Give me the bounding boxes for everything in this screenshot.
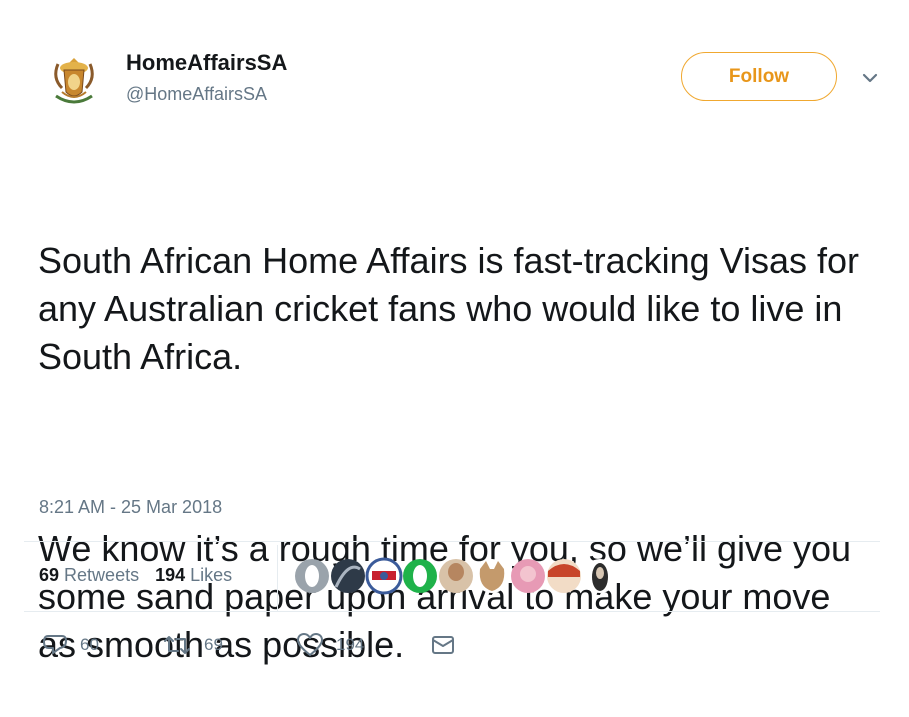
liker-avatar[interactable] (365, 557, 403, 595)
more-options-button[interactable] (856, 64, 884, 92)
reply-count: 60 (80, 635, 99, 654)
liker-avatar[interactable] (439, 559, 473, 593)
retweets-count: 69 (39, 565, 60, 585)
user-handle[interactable]: @HomeAffairsSA (126, 84, 267, 105)
chevron-down-icon (862, 73, 878, 83)
retweet-count: 69 (204, 635, 223, 654)
envelope-icon (432, 636, 454, 654)
profile-avatar[interactable] (48, 52, 100, 108)
divider (24, 541, 880, 542)
reply-button[interactable]: 60 (42, 632, 162, 658)
liker-avatar[interactable] (295, 559, 329, 593)
heart-icon (297, 633, 323, 656)
reply-icon (43, 635, 67, 654)
like-button[interactable]: 194 (296, 632, 430, 658)
liker-avatar[interactable] (547, 559, 581, 593)
retweet-button[interactable]: 69 (162, 632, 296, 658)
display-name[interactable]: HomeAffairsSA (126, 50, 287, 76)
like-count: 194 (336, 635, 365, 654)
tweet-timestamp[interactable]: 8:21 AM - 25 Mar 2018 (39, 497, 222, 518)
liker-avatar[interactable] (475, 559, 509, 593)
divider (24, 611, 880, 612)
tweet-actions: 60 69 194 (42, 632, 456, 658)
likes-count: 194 (155, 565, 186, 585)
tweet-stats: 69 Retweets 194 Likes (39, 565, 232, 586)
tweet-text: South African Home Affairs is fast-track… (38, 141, 878, 717)
liker-avatar[interactable] (331, 559, 365, 593)
liker-avatar[interactable] (403, 559, 437, 593)
retweets-stat[interactable]: 69 Retweets (39, 565, 139, 586)
retweet-icon (164, 636, 190, 654)
stats-divider (277, 545, 278, 611)
follow-button[interactable]: Follow (681, 52, 837, 101)
direct-message-button[interactable] (430, 633, 456, 657)
likes-stat[interactable]: 194 Likes (155, 565, 232, 586)
coat-of-arms-icon (54, 58, 94, 104)
retweets-label: Retweets (64, 565, 140, 585)
likes-label: Likes (190, 565, 233, 585)
liker-avatar[interactable] (511, 559, 545, 593)
liker-avatar[interactable] (583, 559, 617, 593)
liker-avatars (295, 557, 617, 595)
tweet-paragraph: South African Home Affairs is fast-track… (38, 240, 870, 377)
